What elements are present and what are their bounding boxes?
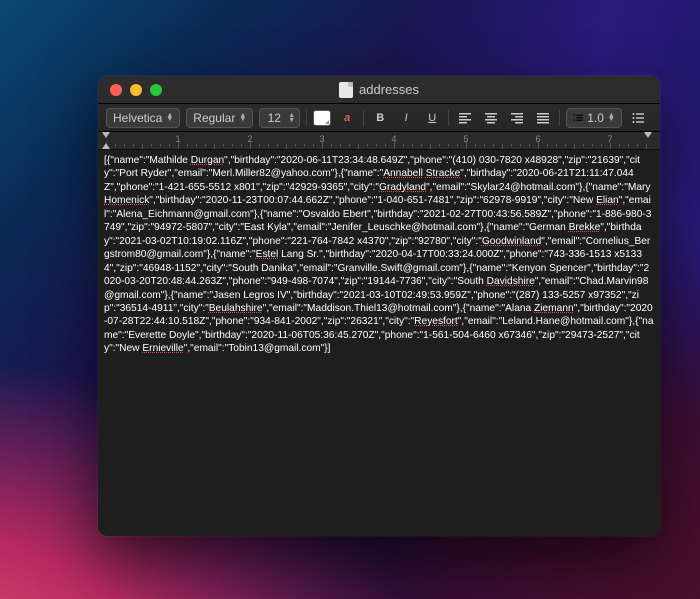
document-content-area[interactable]: [{"name":"Mathilde Durgan","birthday":"2… <box>98 150 660 536</box>
align-justify-button[interactable] <box>533 109 553 127</box>
textedit-window: addresses Helvetica ▲▼ Regular ▲▼ 12 ▲▼ … <box>98 76 660 536</box>
font-style-select[interactable]: Regular ▲▼ <box>186 108 253 128</box>
line-spacing-icon <box>573 113 583 123</box>
window-title-text: addresses <box>359 82 419 97</box>
titlebar[interactable]: addresses <box>98 76 660 104</box>
window-title: addresses <box>98 82 660 98</box>
font-size-value: 12 <box>264 111 284 125</box>
close-button[interactable] <box>110 84 122 96</box>
align-center-icon <box>485 112 497 124</box>
document-icon <box>339 82 353 98</box>
align-justify-icon <box>537 112 549 124</box>
italic-button[interactable]: I <box>396 109 416 127</box>
format-toolbar: Helvetica ▲▼ Regular ▲▼ 12 ▲▼ a B I U <box>98 104 660 132</box>
highlight-color-button[interactable]: a <box>337 109 357 127</box>
align-left-icon <box>459 112 471 124</box>
chevron-updown-icon: ▲▼ <box>608 114 615 122</box>
underline-button[interactable]: U <box>422 109 442 127</box>
separator <box>363 110 364 126</box>
line-spacing-value: 1.0 <box>587 111 604 125</box>
chevron-updown-icon: ▲▼ <box>239 114 246 122</box>
font-family-select[interactable]: Helvetica ▲▼ <box>106 108 180 128</box>
stepper-arrows-icon: ▲▼ <box>288 113 295 123</box>
line-spacing-select[interactable]: 1.0 ▲▼ <box>566 108 622 128</box>
text-color-swatch[interactable] <box>313 110 331 126</box>
font-style-value: Regular <box>193 111 235 125</box>
list-icon <box>632 112 644 124</box>
align-right-icon <box>511 112 523 124</box>
font-size-stepper[interactable]: 12 ▲▼ <box>259 108 300 128</box>
separator <box>559 110 560 126</box>
align-right-button[interactable] <box>507 109 527 127</box>
separator <box>448 110 449 126</box>
separator <box>306 110 307 126</box>
maximize-button[interactable] <box>150 84 162 96</box>
chevron-updown-icon: ▲▼ <box>166 114 173 122</box>
align-left-button[interactable] <box>455 109 475 127</box>
ruler[interactable]: 1234567 <box>98 132 660 150</box>
document-text[interactable]: [{"name":"Mathilde Durgan","birthday":"2… <box>104 154 654 356</box>
minimize-button[interactable] <box>130 84 142 96</box>
lists-button[interactable] <box>628 109 648 127</box>
bold-button[interactable]: B <box>370 109 390 127</box>
font-family-value: Helvetica <box>113 111 162 125</box>
align-center-button[interactable] <box>481 109 501 127</box>
traffic-lights <box>98 84 162 96</box>
